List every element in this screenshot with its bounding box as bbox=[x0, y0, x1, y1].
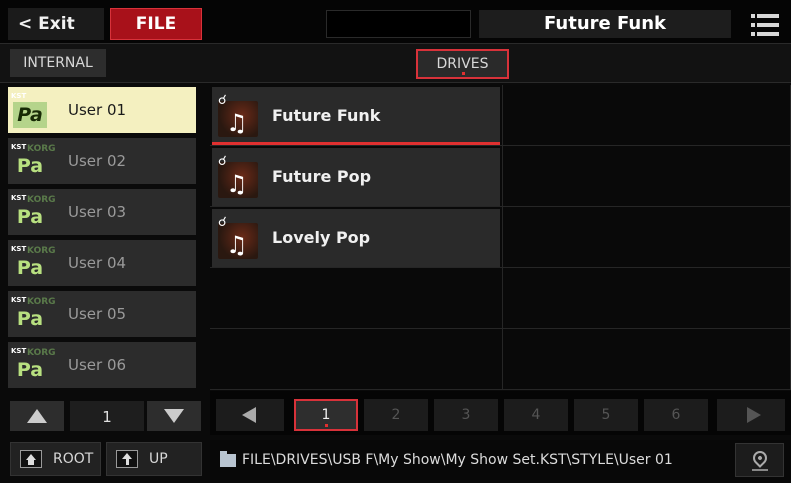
selection-dot bbox=[462, 72, 465, 75]
folder-label: User 02 bbox=[68, 152, 127, 170]
folder-label: User 04 bbox=[68, 254, 127, 272]
root-label: ROOT bbox=[53, 451, 94, 467]
kst-text: KST bbox=[11, 296, 27, 304]
arrow-left-icon bbox=[242, 407, 256, 423]
grid-cell[interactable] bbox=[503, 146, 791, 207]
kst-text: KST bbox=[11, 92, 27, 100]
folder-item[interactable]: KST KORG Pa User 02 bbox=[8, 138, 196, 184]
page-button[interactable]: 6 bbox=[644, 399, 708, 431]
style-note-icon: ☌ ♫ bbox=[218, 93, 266, 139]
page-button[interactable]: 5 bbox=[574, 399, 638, 431]
pin-base bbox=[752, 469, 768, 471]
arrow-up-icon bbox=[27, 409, 47, 423]
scroll-down-button[interactable] bbox=[147, 401, 201, 431]
style-label: Future Funk bbox=[272, 106, 381, 125]
page-number: 1 bbox=[321, 407, 331, 423]
kst-pa-folder-icon: KST KORG Pa bbox=[11, 347, 56, 385]
page-number: 5 bbox=[601, 407, 611, 423]
page-number: 4 bbox=[531, 407, 541, 423]
pa-text: Pa bbox=[16, 155, 44, 177]
folder-item[interactable]: KST KORG Pa User 03 bbox=[8, 189, 196, 235]
empty-display-box bbox=[326, 10, 471, 38]
style-label: Lovely Pop bbox=[272, 228, 371, 247]
grid-cell[interactable] bbox=[210, 329, 503, 390]
folder-list: KST Pa User 01 KST KORG Pa User 02 KST KORG Pa Use… bbox=[0, 85, 204, 389]
folder-item[interactable]: KST Pa User 01 bbox=[8, 87, 196, 133]
tab-drives[interactable]: DRIVES bbox=[416, 49, 509, 79]
exit-button[interactable]: < Exit bbox=[8, 8, 104, 40]
grid-cell[interactable] bbox=[503, 85, 791, 146]
style-item[interactable]: ☌ ♫ Future Pop bbox=[212, 148, 500, 206]
folder-icon bbox=[220, 451, 236, 467]
kst-pa-folder-icon: KST KORG Pa bbox=[11, 194, 56, 232]
top-bar: < Exit FILE Future Funk bbox=[0, 0, 791, 43]
tab-drives-label: DRIVES bbox=[436, 56, 489, 72]
grid-cell[interactable] bbox=[503, 207, 791, 268]
style-item[interactable]: ☌ ♫ Future Funk bbox=[212, 87, 500, 145]
style-grid: ☌ ♫ Future Funk ☌ ♫ Future Pop ☌ ♫ Lovely Pop bbox=[210, 85, 791, 390]
kst-text: KST bbox=[11, 194, 27, 202]
grid-cell[interactable] bbox=[503, 268, 791, 329]
style-note-icon: ☌ ♫ bbox=[218, 215, 266, 261]
folder-label: User 03 bbox=[68, 203, 127, 221]
style-note-icon: ☌ ♫ bbox=[218, 154, 266, 200]
previous-page-button[interactable] bbox=[216, 399, 284, 431]
folder-item[interactable]: KST KORG Pa User 04 bbox=[8, 240, 196, 286]
next-page-button[interactable] bbox=[717, 399, 785, 431]
pa-text: Pa bbox=[16, 206, 44, 228]
style-label: Future Pop bbox=[272, 167, 372, 186]
pa-text: Pa bbox=[16, 308, 44, 330]
page-button[interactable]: 1 bbox=[294, 399, 358, 431]
up-folder-icon bbox=[116, 450, 138, 468]
arrow-down-icon bbox=[164, 409, 184, 423]
kst-text: KST bbox=[11, 347, 27, 355]
kst-text: KST bbox=[11, 245, 27, 253]
selection-dot bbox=[325, 424, 328, 427]
kst-pa-folder-icon: KST KORG Pa bbox=[11, 143, 56, 181]
kst-pa-folder-icon: KST Pa bbox=[11, 92, 51, 130]
current-style-title[interactable]: Future Funk bbox=[479, 10, 731, 38]
root-button[interactable]: ROOT bbox=[10, 442, 101, 476]
folder-label: User 05 bbox=[68, 305, 127, 323]
folder-label: User 06 bbox=[68, 356, 127, 374]
arrow-right-icon bbox=[747, 407, 761, 423]
location-pin-icon bbox=[750, 448, 770, 468]
home-icon bbox=[20, 450, 42, 468]
grid-cell[interactable] bbox=[503, 329, 791, 390]
folder-page-number: 1 bbox=[70, 401, 144, 431]
selection-underline bbox=[212, 142, 500, 145]
kst-pa-folder-icon: KST KORG Pa bbox=[11, 245, 56, 283]
pa-text: Pa bbox=[13, 102, 47, 128]
page-button[interactable]: 3 bbox=[434, 399, 498, 431]
location-pin-button[interactable] bbox=[735, 443, 784, 477]
page-button[interactable]: 2 bbox=[364, 399, 428, 431]
pagination: 1 2 3 4 5 6 bbox=[210, 391, 791, 435]
folder-item[interactable]: KST KORG Pa User 05 bbox=[8, 291, 196, 337]
folder-item[interactable]: KST KORG Pa User 06 bbox=[8, 342, 196, 388]
grid-cell[interactable] bbox=[210, 268, 503, 329]
style-item[interactable]: ☌ ♫ Lovely Pop bbox=[212, 209, 500, 267]
pa-text: Pa bbox=[16, 257, 44, 279]
tab-row: INTERNAL DRIVES bbox=[0, 43, 791, 83]
hamburger-menu-icon[interactable] bbox=[751, 14, 779, 36]
tab-internal[interactable]: INTERNAL bbox=[10, 49, 106, 77]
page-number: 3 bbox=[461, 407, 471, 423]
up-button[interactable]: UP bbox=[106, 442, 202, 476]
file-mode-button[interactable]: FILE bbox=[110, 8, 202, 40]
scroll-up-button[interactable] bbox=[10, 401, 64, 431]
current-path: FILE\DRIVES\USB F\My Show\My Show Set.KS… bbox=[242, 452, 673, 468]
pa-text: Pa bbox=[16, 359, 44, 381]
page-number: 6 bbox=[671, 407, 681, 423]
path-bar: FILE\DRIVES\USB F\My Show\My Show Set.KS… bbox=[210, 440, 791, 480]
up-label: UP bbox=[149, 451, 168, 467]
folder-label: User 01 bbox=[68, 101, 127, 119]
page-number: 2 bbox=[391, 407, 401, 423]
kst-text: KST bbox=[11, 143, 27, 151]
kst-pa-folder-icon: KST KORG Pa bbox=[11, 296, 56, 334]
page-button[interactable]: 4 bbox=[504, 399, 568, 431]
